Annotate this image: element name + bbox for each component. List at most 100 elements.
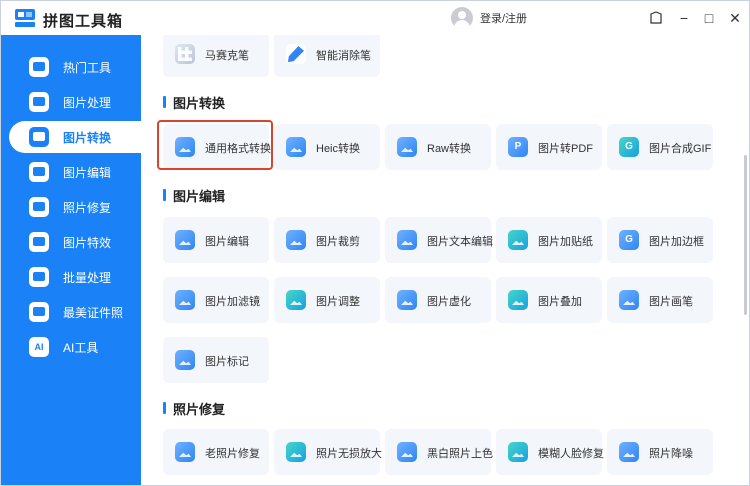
tool-card-raw[interactable]: Raw转换 <box>385 124 491 170</box>
tool-card-label: 老照片修复 <box>205 448 260 460</box>
image-edit-icon <box>29 162 49 182</box>
adjust-icon <box>286 290 306 310</box>
main-content: 马赛克笔 智能消除笔 图片转换 通用格式转换 Heic转换 Raw转换 图片转P… <box>141 35 737 485</box>
raw-icon <box>397 137 417 157</box>
tool-card-colorize[interactable]: 黑白照片上色 <box>385 429 493 475</box>
scrollbar[interactable] <box>742 35 749 485</box>
app-logo-icon <box>15 9 35 27</box>
colorize-icon <box>397 442 417 462</box>
tool-card-label: 图片画笔 <box>649 296 693 308</box>
photo-repair-icon <box>29 197 49 217</box>
minimize-button[interactable]: − <box>675 9 693 27</box>
sidebar-item-label: AI工具 <box>63 341 99 355</box>
tool-card-adjust[interactable]: 图片调整 <box>274 277 380 323</box>
old-photo-icon <box>175 442 195 462</box>
tool-card-label: Raw转换 <box>427 143 472 155</box>
sidebar-item-id-photo[interactable]: 最美证件照 <box>9 296 141 328</box>
scrollbar-thumb[interactable] <box>744 155 747 315</box>
overlay-icon <box>508 290 528 310</box>
sidebar-item-batch[interactable]: 批量处理 <box>9 261 141 293</box>
sidebar-item-label: 图片转换 <box>63 131 112 145</box>
tool-card-label: 图片加滤镜 <box>205 296 260 308</box>
heic-icon <box>286 137 306 157</box>
eraser-pen-icon <box>286 44 306 64</box>
sidebar-item-photo-repair[interactable]: 照片修复 <box>9 191 141 223</box>
tool-card-pdf[interactable]: 图片转PDF <box>496 124 602 170</box>
sidebar-item-image-edit[interactable]: 图片编辑 <box>9 156 141 188</box>
mark-icon <box>175 350 195 370</box>
tool-card-label: 图片转PDF <box>538 143 593 155</box>
tool-card-text-edit[interactable]: 图片文本编辑 <box>385 217 493 263</box>
face-repair-icon <box>508 442 528 462</box>
sidebar-item-image-effect[interactable]: 图片特效 <box>9 226 141 258</box>
sidebar-item-label: 图片编辑 <box>63 166 112 180</box>
tool-card-frame[interactable]: 图片加边框 <box>607 217 713 263</box>
login-label: 登录/注册 <box>480 13 528 25</box>
highlight-box <box>157 120 273 170</box>
tool-card-label: Heic转换 <box>316 143 361 155</box>
image-effect-icon <box>29 232 49 252</box>
tool-card-label: 图片编辑 <box>205 236 249 248</box>
tool-card-denoise[interactable]: 照片降噪 <box>607 429 713 475</box>
title-bar: 拼图工具箱 登录/注册 − □ ✕ <box>1 1 749 35</box>
tool-card-eraser-pen[interactable]: 智能消除笔 <box>274 35 380 77</box>
avatar-icon <box>451 7 473 29</box>
tool-card-label: 图片加边框 <box>649 236 704 248</box>
tool-card-label: 黑白照片上色 <box>427 448 493 460</box>
tool-card-old-photo[interactable]: 老照片修复 <box>163 429 269 475</box>
tool-card-label: 图片虚化 <box>427 296 471 308</box>
sidebar-item-label: 图片特效 <box>63 236 112 250</box>
tool-card-heic[interactable]: Heic转换 <box>274 124 380 170</box>
brush-icon <box>619 290 639 310</box>
gif-icon <box>619 137 639 157</box>
login-button[interactable]: 登录/注册 <box>451 7 527 29</box>
image-process-icon <box>29 92 49 112</box>
image-convert-icon <box>29 127 49 147</box>
tool-card-gif[interactable]: 图片合成GIF <box>607 124 713 170</box>
tool-card-upscale[interactable]: 照片无损放大 <box>274 429 382 475</box>
pdf-icon <box>508 137 528 157</box>
edit-icon <box>175 230 195 250</box>
maximize-button[interactable]: □ <box>700 9 718 27</box>
sidebar-item-image-convert[interactable]: 图片转换 <box>9 121 141 153</box>
tool-card-overlay[interactable]: 图片叠加 <box>496 277 602 323</box>
sidebar-item-label: 批量处理 <box>63 271 112 285</box>
sidebar-item-label: 图片处理 <box>63 96 112 110</box>
tool-card-sticker[interactable]: 图片加贴纸 <box>496 217 602 263</box>
app-window: 拼图工具箱 登录/注册 − □ ✕ 热门工具 图片处理 图片转换 图片编辑 照片… <box>0 0 750 486</box>
upscale-icon <box>286 442 306 462</box>
tool-card-face-repair[interactable]: 模糊人脸修复 <box>496 429 604 475</box>
tool-card-label: 图片叠加 <box>538 296 582 308</box>
tool-card-filter[interactable]: 图片加滤镜 <box>163 277 269 323</box>
tool-card-label: 智能消除笔 <box>316 50 371 62</box>
skin-icon[interactable] <box>647 9 665 27</box>
section-title-convert: 图片转换 <box>163 93 225 112</box>
sidebar-item-image-process[interactable]: 图片处理 <box>9 86 141 118</box>
sidebar-item-hot-tools[interactable]: 热门工具 <box>9 51 141 83</box>
sidebar-item-label: 热门工具 <box>63 61 112 75</box>
section-title-repair: 照片修复 <box>163 399 225 418</box>
tool-card-label: 图片调整 <box>316 296 360 308</box>
filter-icon <box>175 290 195 310</box>
tool-card-blur[interactable]: 图片虚化 <box>385 277 491 323</box>
sidebar-item-ai-tools[interactable]: AI AI工具 <box>9 331 141 363</box>
mosaic-icon <box>175 44 195 64</box>
tool-card-mark[interactable]: 图片标记 <box>163 337 269 383</box>
sidebar-item-label: 最美证件照 <box>63 306 124 320</box>
tool-card-brush[interactable]: 图片画笔 <box>607 277 713 323</box>
sidebar: 热门工具 图片处理 图片转换 图片编辑 照片修复 图片特效 批量处理 最美证件照… <box>1 35 141 485</box>
ai-icon: AI <box>29 337 49 357</box>
blur-icon <box>397 290 417 310</box>
tool-card-mosaic[interactable]: 马赛克笔 <box>163 35 269 77</box>
sticker-icon <box>508 230 528 250</box>
frame-icon <box>619 230 639 250</box>
tool-card-crop[interactable]: 图片裁剪 <box>274 217 380 263</box>
denoise-icon <box>619 442 639 462</box>
tool-card-label: 图片文本编辑 <box>427 236 493 248</box>
close-button[interactable]: ✕ <box>726 9 744 27</box>
tool-card-label: 模糊人脸修复 <box>538 448 604 460</box>
tool-card-edit[interactable]: 图片编辑 <box>163 217 269 263</box>
crop-icon <box>286 230 306 250</box>
tool-card-label: 照片降噪 <box>649 448 693 460</box>
app-title: 拼图工具箱 <box>43 13 124 30</box>
